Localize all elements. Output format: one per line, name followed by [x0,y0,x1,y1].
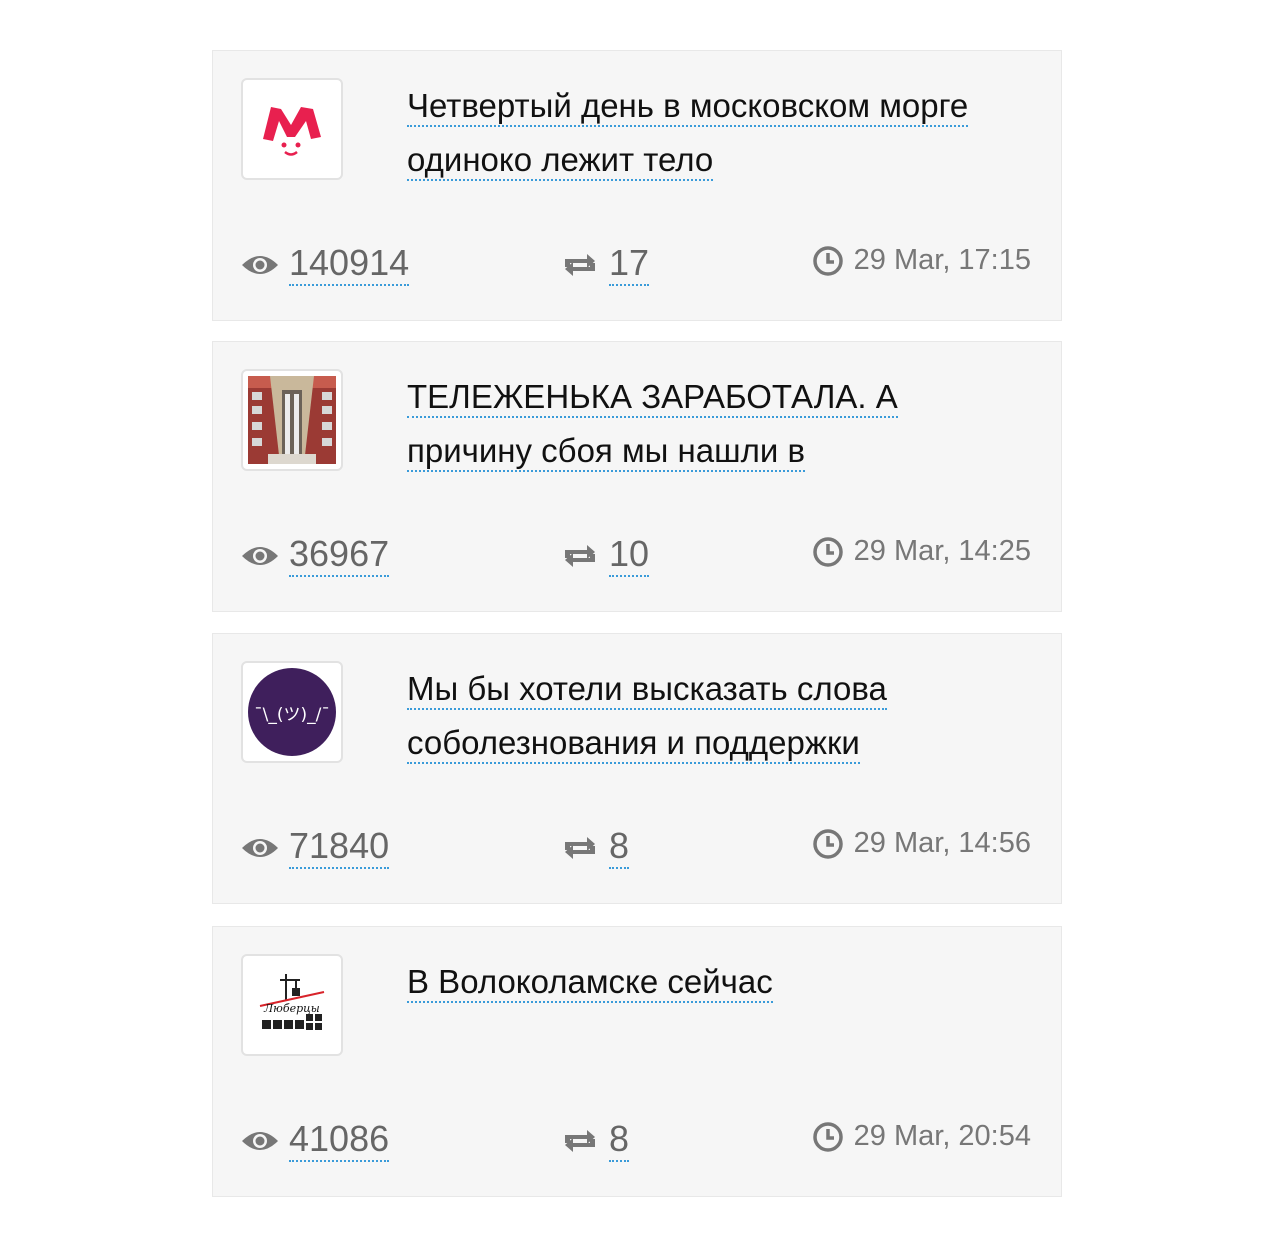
repost-icon [561,834,599,862]
clock-icon [812,828,844,860]
post-card[interactable]: Люберцы В Волоколамске сейчас 41086 8 29… [212,926,1062,1197]
reposts-counter[interactable]: 17 [561,244,650,286]
views-count: 36967 [289,535,390,577]
post-date-text: 29 Mar, 17:15 [853,244,1031,276]
reposts-counter[interactable]: 8 [561,1120,630,1162]
reposts-count: 17 [609,244,650,286]
channel-avatar[interactable]: Люберцы [241,954,343,1056]
channel-avatar[interactable] [241,369,343,471]
eye-icon [241,1129,279,1153]
reposts-count: 8 [609,1120,630,1162]
reposts-counter[interactable]: 10 [561,535,650,577]
channel-avatar[interactable]: ¯\_(ツ)_/¯ [241,661,343,763]
reposts-count: 10 [609,535,650,577]
red-m-logo-icon [263,107,321,156]
post-date-text: 29 Mar, 14:56 [853,827,1031,859]
lyubertsy-logo-icon: Люберцы [252,970,332,1040]
shrug-logo-icon: ¯\_(ツ)_/¯ [248,668,336,756]
post-card[interactable]: Четвертый день в московском морге одинок… [212,50,1062,321]
post-date-text: 29 Mar, 20:54 [853,1120,1031,1152]
post-date: 29 Mar, 20:54 [812,1120,1031,1153]
post-date-text: 29 Mar, 14:25 [853,535,1031,567]
repost-icon [561,251,599,279]
post-title[interactable]: В Волоколамске сейчас [407,955,1007,1009]
post-title[interactable]: Мы бы хотели высказать слова соболезнова… [407,662,1007,770]
views-counter[interactable]: 41086 [241,1120,390,1162]
views-counter[interactable]: 36967 [241,535,390,577]
views-count: 140914 [289,244,410,286]
post-card[interactable]: ТЕЛЕЖЕНЬКА ЗАРАБОТАЛА. А причину сбоя мы… [212,341,1062,612]
views-counter[interactable]: 71840 [241,827,390,869]
post-title[interactable]: ТЕЛЕЖЕНЬКА ЗАРАБОТАЛА. А причину сбоя мы… [407,370,1007,478]
views-count: 71840 [289,827,390,869]
views-count: 41086 [289,1120,390,1162]
repost-icon [561,542,599,570]
building-photo-icon [248,376,336,464]
reposts-counter[interactable]: 8 [561,827,630,869]
post-date: 29 Mar, 14:25 [812,535,1031,568]
clock-icon [812,536,844,568]
eye-icon [241,253,279,277]
post-date: 29 Mar, 17:15 [812,244,1031,277]
post-card[interactable]: ¯\_(ツ)_/¯ Мы бы хотели высказать слова с… [212,633,1062,904]
eye-icon [241,544,279,568]
eye-icon [241,836,279,860]
reposts-count: 8 [609,827,630,869]
clock-icon [812,1121,844,1153]
views-counter[interactable]: 140914 [241,244,410,286]
post-title[interactable]: Четвертый день в московском морге одинок… [407,79,1007,187]
channel-avatar[interactable] [241,78,343,180]
repost-icon [561,1127,599,1155]
clock-icon [812,245,844,277]
post-date: 29 Mar, 14:56 [812,827,1031,860]
